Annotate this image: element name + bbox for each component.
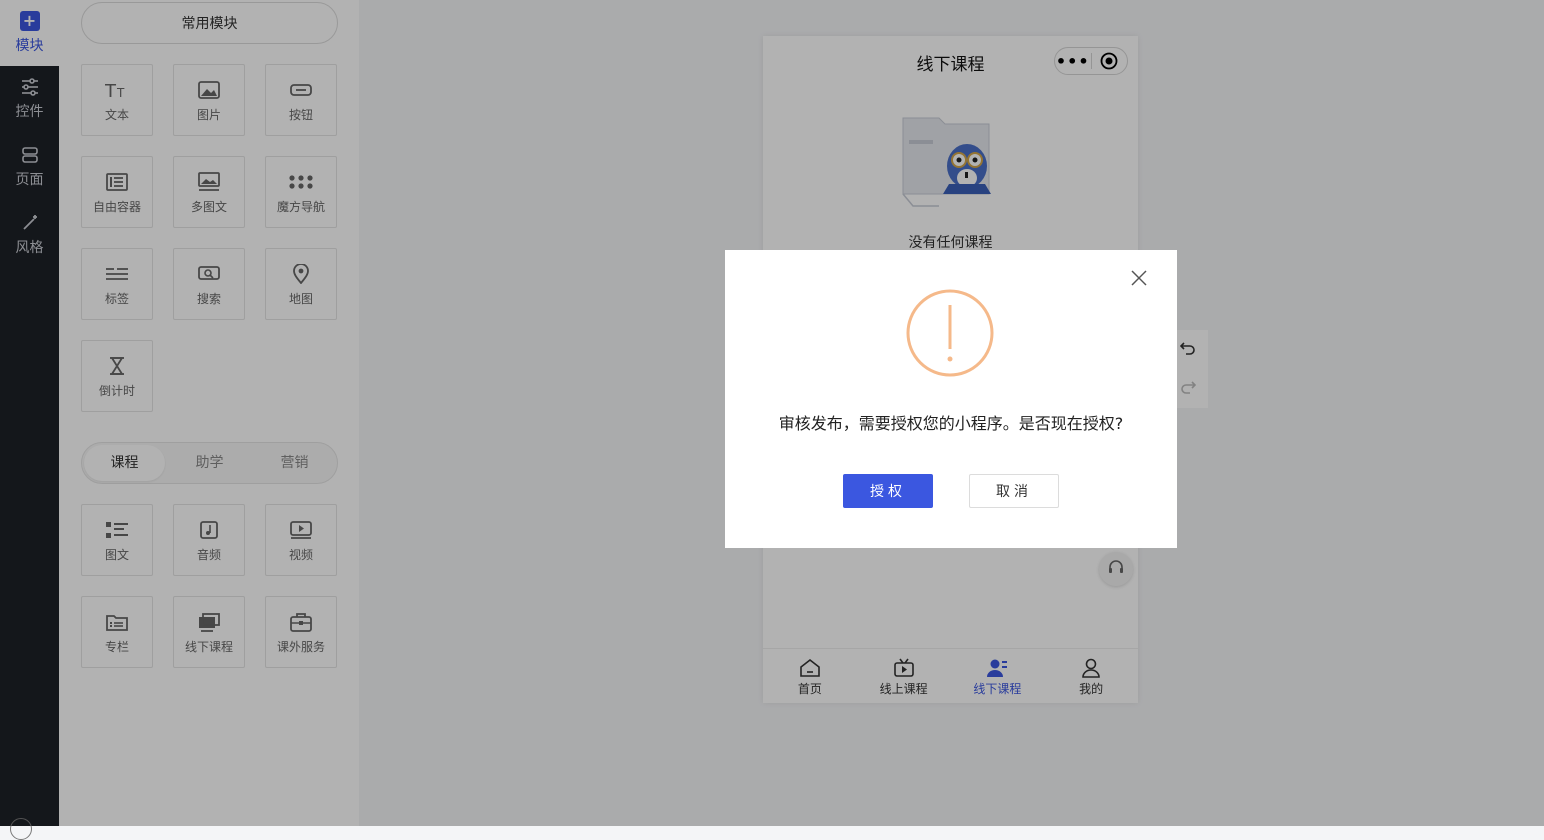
dialog-message: 审核发布，需要授权您的小程序。是否现在授权? — [778, 414, 1124, 433]
warning-circle-icon — [906, 289, 994, 377]
authorize-dialog: 审核发布，需要授权您的小程序。是否现在授权? 授权 取消 — [725, 250, 1177, 548]
close-icon[interactable] — [1129, 268, 1149, 288]
cancel-button[interactable]: 取消 — [969, 474, 1059, 508]
authorize-button[interactable]: 授权 — [843, 474, 933, 508]
